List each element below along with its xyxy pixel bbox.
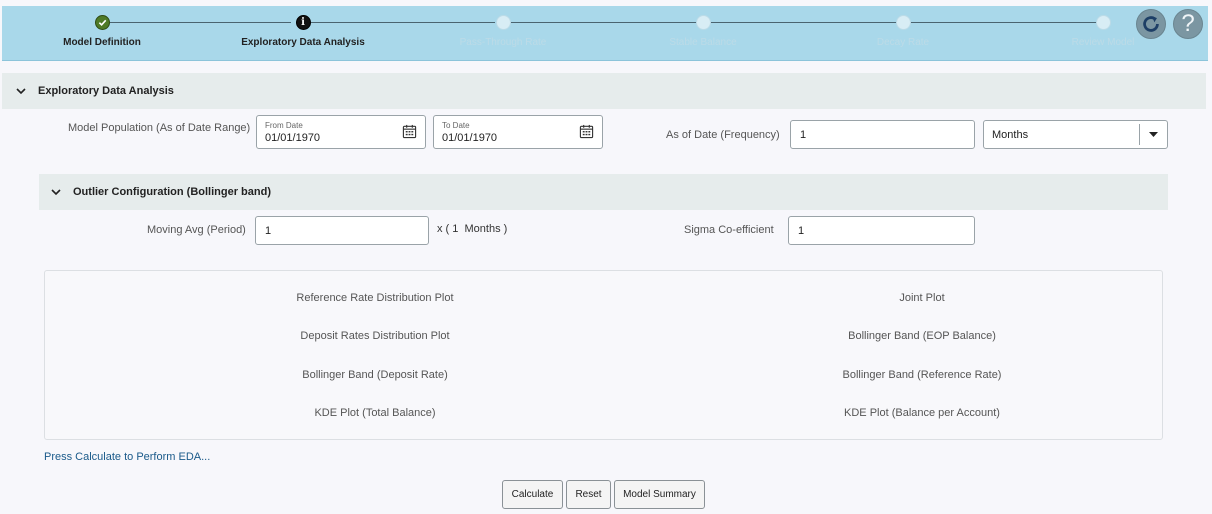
calendar-icon[interactable]: [579, 124, 594, 142]
calendar-icon[interactable]: [402, 124, 417, 142]
step-pending-icon: [895, 15, 911, 30]
to-date-field[interactable]: To Date 01/01/1970: [433, 115, 603, 149]
refresh-icon: [1140, 13, 1162, 35]
step-pass-through-rate: Pass-Through Rate: [423, 15, 583, 48]
caret-down-icon[interactable]: [1139, 124, 1167, 145]
step-exploratory-data-analysis[interactable]: i Exploratory Data Analysis: [223, 15, 383, 48]
step-model-definition[interactable]: Model Definition: [22, 15, 182, 48]
plot-kde-balance-per-account[interactable]: KDE Plot (Balance per Account): [772, 407, 1072, 419]
step-label: Model Definition: [63, 37, 141, 48]
sigma-label: Sigma Co-efficient: [684, 224, 774, 236]
step-label: Exploratory Data Analysis: [241, 37, 365, 48]
from-date-value: 01/01/1970: [265, 132, 321, 144]
step-label: Review Model: [1071, 37, 1135, 48]
to-date-caption: To Date: [442, 121, 470, 130]
frequency-unit-select[interactable]: Months: [983, 120, 1168, 149]
chevron-down-icon: [14, 84, 28, 98]
help-button[interactable]: ?: [1173, 9, 1203, 39]
step-label: Decay Rate: [876, 37, 930, 48]
step-label: Stable Balance: [669, 37, 737, 48]
model-summary-button[interactable]: Model Summary: [614, 480, 705, 509]
plot-bollinger-deposit-rate[interactable]: Bollinger Band (Deposit Rate): [225, 369, 525, 381]
plot-kde-total-balance[interactable]: KDE Plot (Total Balance): [225, 407, 525, 419]
eda-section-header[interactable]: Exploratory Data Analysis: [2, 73, 1206, 109]
step-decay-rate: Decay Rate: [823, 15, 983, 48]
plot-joint[interactable]: Joint Plot: [772, 292, 1072, 304]
check-icon: [94, 15, 110, 30]
step-stable-balance: Stable Balance: [623, 15, 783, 48]
to-date-value: 01/01/1970: [442, 132, 498, 144]
chevron-down-icon: [49, 185, 63, 199]
plot-reference-rate-distribution[interactable]: Reference Rate Distribution Plot: [225, 292, 525, 304]
process-train: Model Definition i Exploratory Data Anal…: [2, 6, 1208, 61]
from-date-field[interactable]: From Date 01/01/1970: [256, 115, 426, 149]
moving-avg-input[interactable]: [255, 216, 429, 245]
calculate-button[interactable]: Calculate: [502, 480, 563, 509]
step-label: Pass-Through Rate: [459, 37, 547, 48]
model-population-label: Model Population (As of Date Range): [68, 122, 251, 134]
calculate-hint: Press Calculate to Perform EDA...: [44, 451, 211, 463]
reset-button[interactable]: Reset: [566, 480, 611, 509]
moving-avg-label: Moving Avg (Period): [147, 224, 246, 236]
section-title: Outlier Configuration (Bollinger band): [73, 186, 271, 198]
frequency-input[interactable]: [790, 120, 975, 149]
frequency-unit-value: Months: [992, 129, 1029, 141]
from-date-caption: From Date: [265, 121, 303, 130]
step-pending-icon: [695, 15, 711, 30]
plot-bollinger-reference-rate[interactable]: Bollinger Band (Reference Rate): [772, 369, 1072, 381]
plot-deposit-rates-distribution[interactable]: Deposit Rates Distribution Plot: [225, 330, 525, 342]
outlier-section-header[interactable]: Outlier Configuration (Bollinger band): [39, 174, 1168, 210]
plots-panel: Reference Rate Distribution Plot Deposit…: [44, 270, 1163, 440]
refresh-button[interactable]: [1136, 9, 1166, 39]
moving-avg-unit: x ( 1 Months ): [437, 223, 508, 235]
help-icon: ?: [1181, 10, 1195, 37]
as-of-date-label: As of Date (Frequency): [666, 129, 780, 141]
plot-bollinger-eop-balance[interactable]: Bollinger Band (EOP Balance): [772, 330, 1072, 342]
step-pending-icon: [1095, 15, 1111, 30]
info-icon: i: [295, 15, 311, 30]
sigma-input[interactable]: [788, 216, 975, 245]
section-title: Exploratory Data Analysis: [38, 85, 174, 97]
step-pending-icon: [495, 15, 511, 30]
